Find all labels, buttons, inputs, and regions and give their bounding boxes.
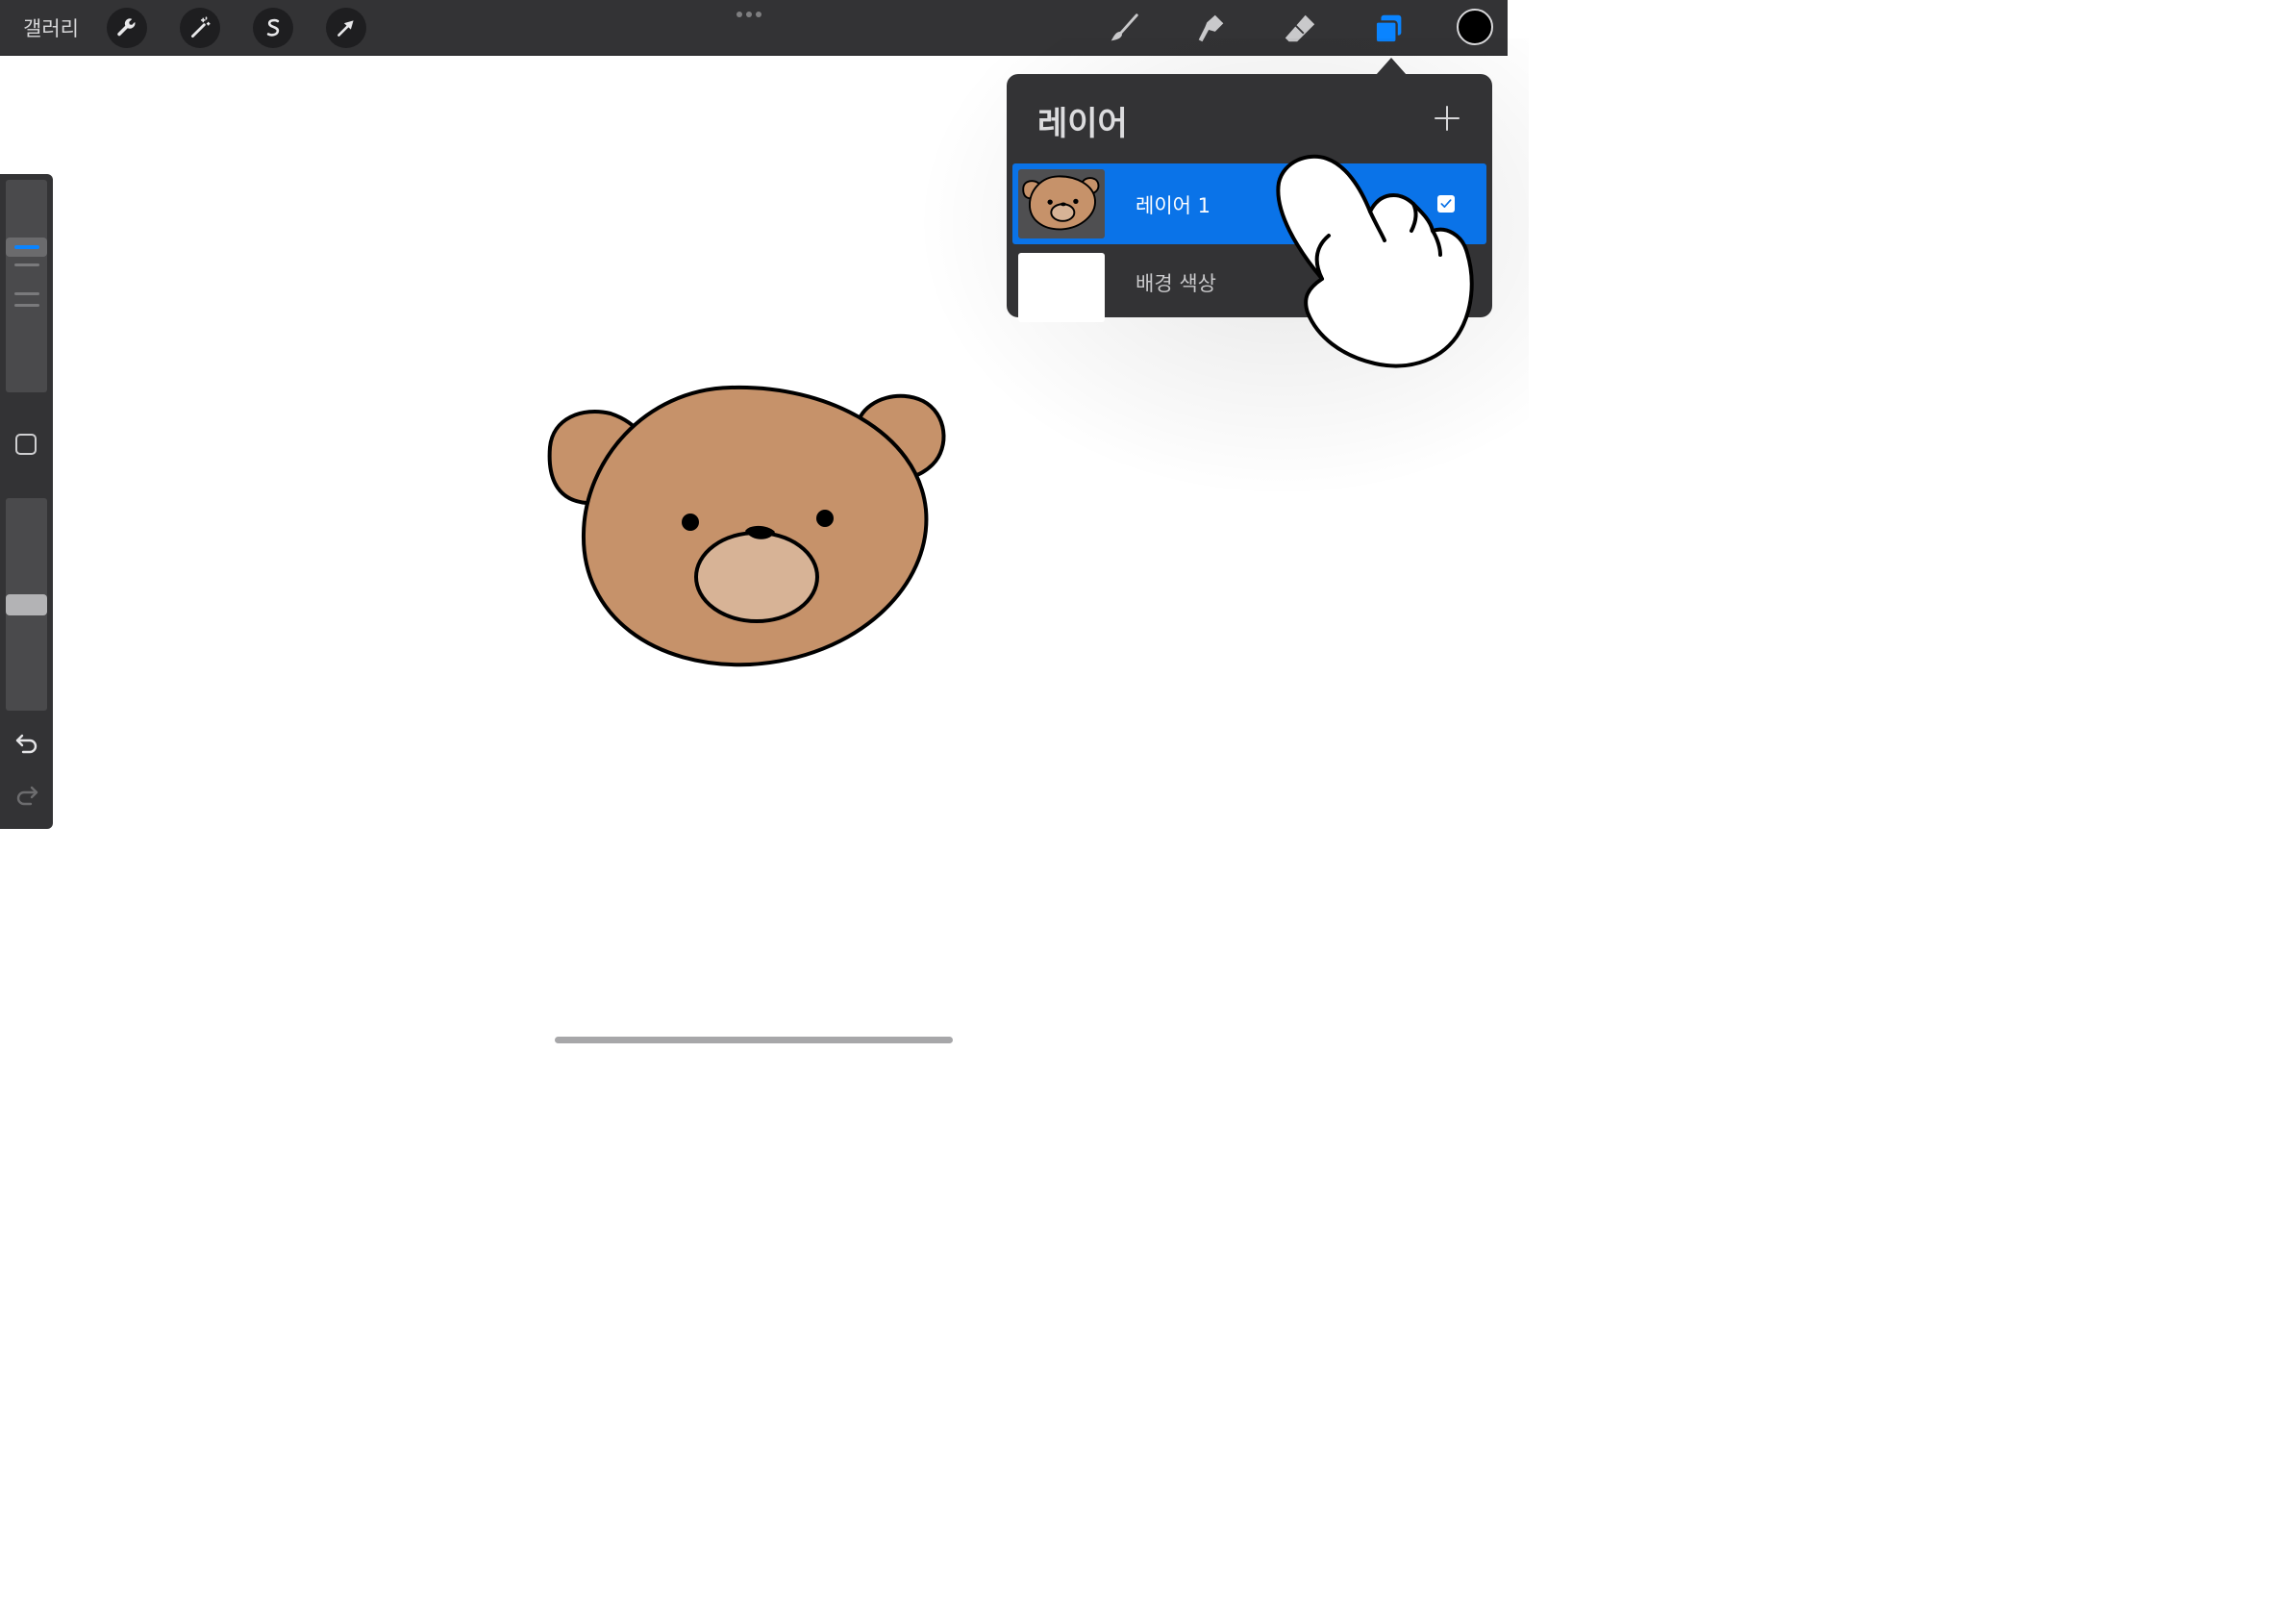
home-indicator — [555, 1037, 953, 1043]
magic-wand-icon[interactable] — [180, 8, 220, 48]
panel-title: 레이어 — [1037, 105, 1128, 143]
left-sidebar — [0, 174, 53, 829]
layer-thumbnail — [1018, 169, 1105, 238]
layer-thumbnail — [1018, 253, 1105, 322]
bear-drawing — [547, 385, 946, 667]
selection-s-icon[interactable] — [253, 8, 293, 48]
square-icon[interactable] — [15, 434, 37, 455]
tap-hand-illustration — [1276, 154, 1474, 368]
undo-icon[interactable] — [13, 730, 40, 757]
layer-name: 배경 색상 — [1136, 272, 1216, 295]
size-tick — [14, 304, 39, 307]
opacity-slider[interactable] — [6, 498, 47, 711]
wrench-icon[interactable] — [107, 8, 147, 48]
brush-size-thumb[interactable] — [6, 238, 47, 257]
plus-icon[interactable] — [1434, 105, 1460, 132]
size-tick — [14, 263, 39, 266]
layer-name: 레이어 1 — [1136, 194, 1210, 217]
gallery-button[interactable]: 갤러리 — [23, 13, 79, 42]
panel-pointer — [1376, 58, 1407, 75]
redo-icon[interactable] — [13, 782, 40, 809]
arrow-cursor-icon[interactable] — [326, 8, 366, 48]
size-tick — [14, 292, 39, 295]
opacity-thumb[interactable] — [6, 594, 47, 615]
more-dots-icon[interactable] — [736, 12, 761, 17]
brush-size-slider[interactable] — [6, 180, 47, 392]
